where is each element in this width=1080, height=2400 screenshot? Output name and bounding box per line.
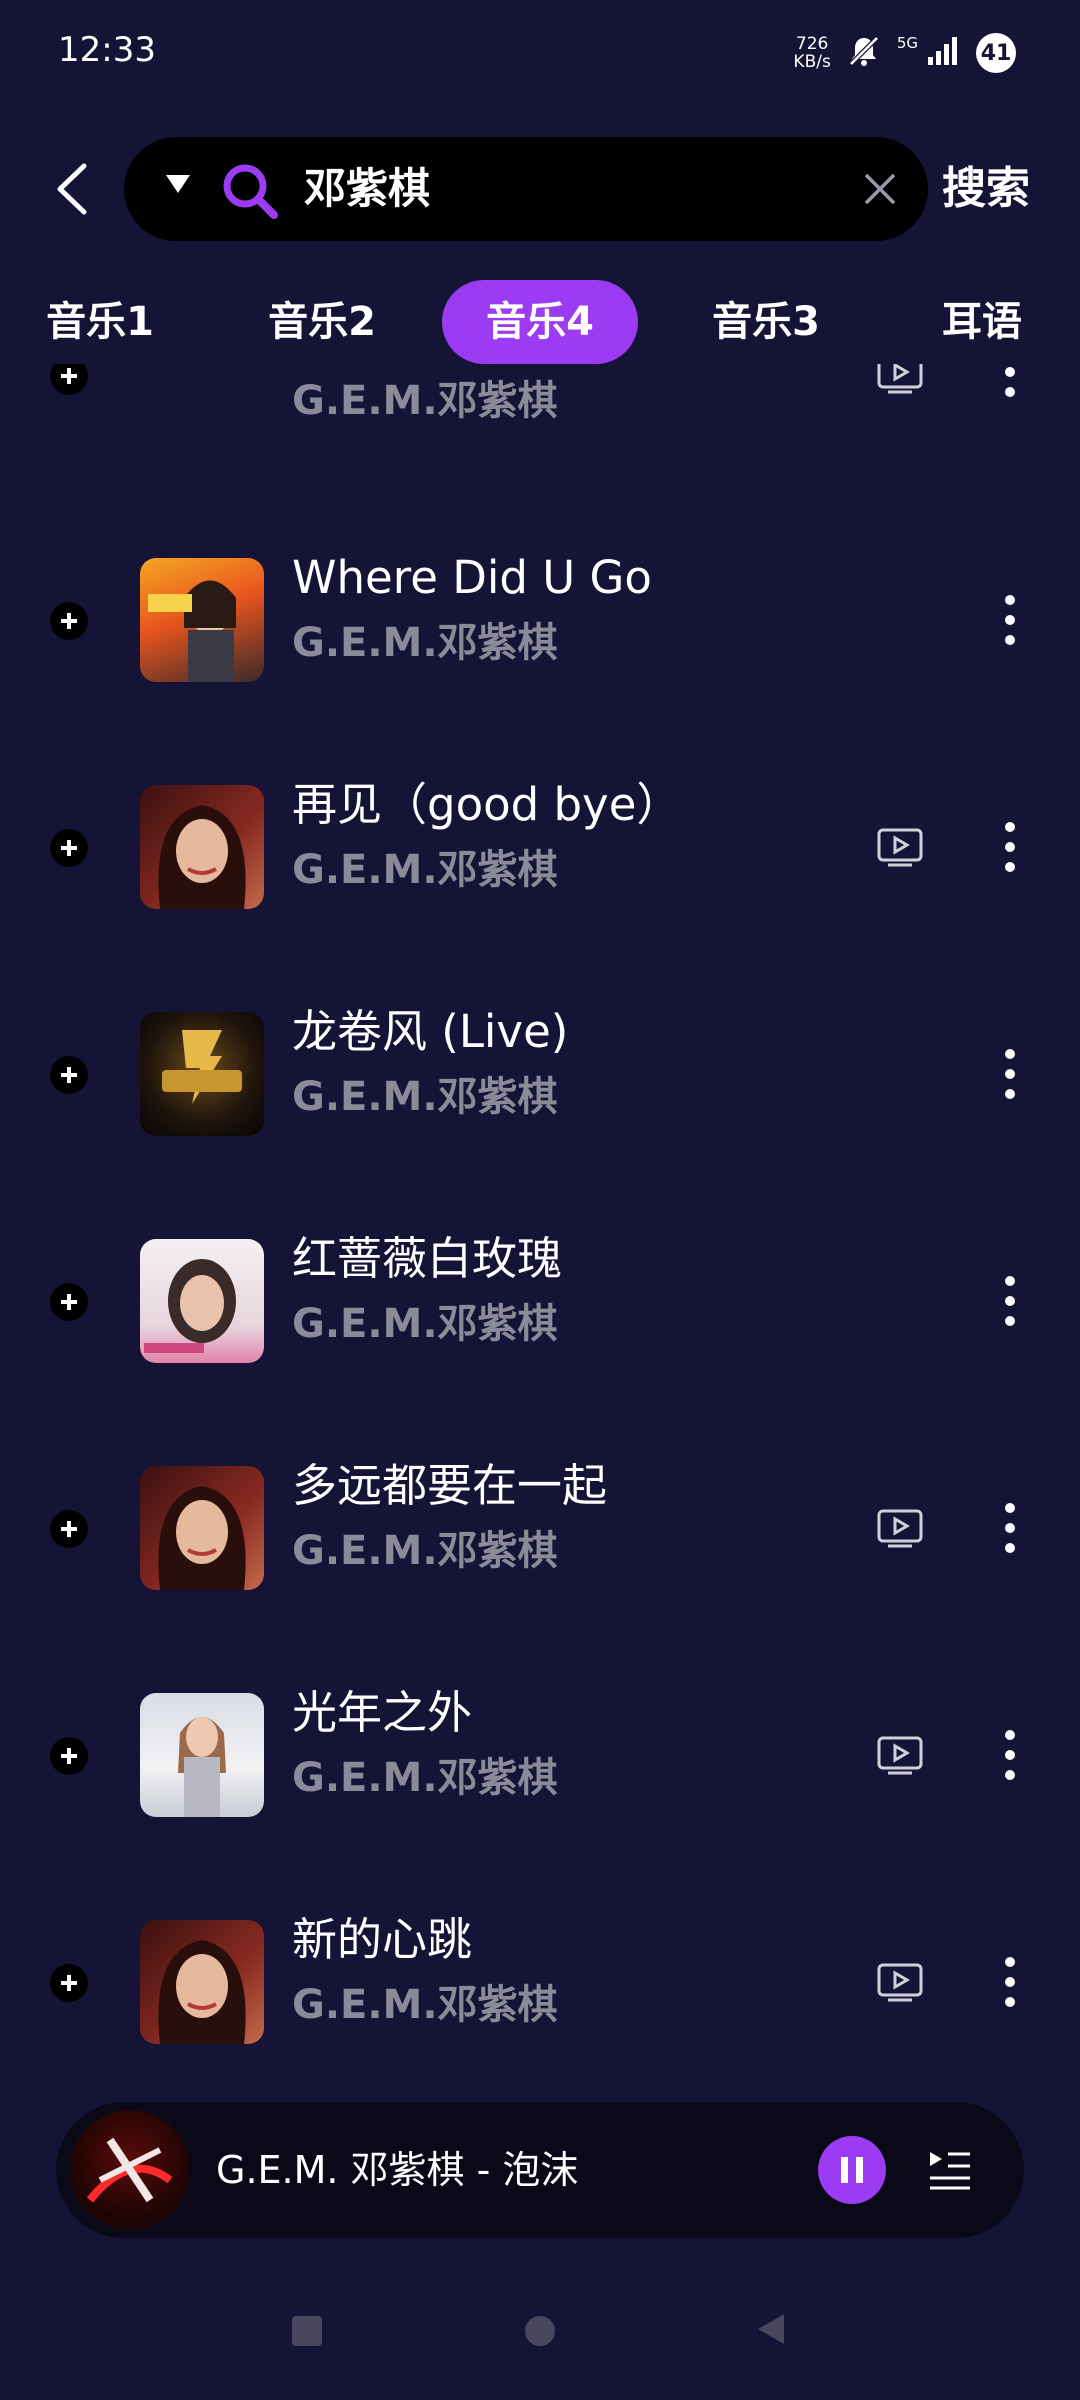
more-icon[interactable] xyxy=(996,1729,1024,1781)
list-item[interactable]: 龙卷风 (Live) G.E.M.邓紫棋 xyxy=(0,982,1080,1209)
now-playing-title: G.E.M. 邓紫棋 - 泡沫 xyxy=(216,2148,579,2192)
more-icon[interactable] xyxy=(996,364,1024,398)
album-cover xyxy=(140,1693,264,1817)
list-item[interactable]: 再见（good bye） G.E.M.邓紫棋 xyxy=(0,755,1080,982)
more-icon[interactable] xyxy=(996,594,1024,646)
more-icon[interactable] xyxy=(996,821,1024,873)
search-button[interactable]: 搜索 xyxy=(942,159,1030,219)
add-icon xyxy=(61,1521,77,1537)
now-playing-cover[interactable] xyxy=(70,2110,190,2230)
mv-icon[interactable] xyxy=(876,1735,924,1775)
pause-icon xyxy=(841,2157,863,2183)
list-item[interactable]: G.E.M.邓紫棋 xyxy=(0,364,1080,431)
tab-whisper[interactable]: 耳语 xyxy=(930,280,1034,364)
pause-button[interactable] xyxy=(818,2136,886,2204)
album-cover xyxy=(140,1239,264,1363)
add-icon xyxy=(61,1067,77,1083)
battery-indicator: 41 xyxy=(976,33,1016,73)
mini-player[interactable]: G.E.M. 邓紫棋 - 泡沫 xyxy=(56,2102,1024,2238)
add-icon xyxy=(61,840,77,856)
queue-icon[interactable] xyxy=(928,2148,972,2190)
network-type: 5G xyxy=(896,34,918,52)
signal-icon xyxy=(926,35,960,71)
network-speed: 726 KB/s xyxy=(793,35,830,71)
list-item[interactable]: 新的心跳 G.E.M.邓紫棋 xyxy=(0,1890,1080,2084)
song-title: 再见（good bye） xyxy=(292,778,682,831)
tab-music-1[interactable]: 音乐1 xyxy=(40,280,160,364)
status-time: 12:33 xyxy=(58,30,156,70)
add-icon xyxy=(61,1294,77,1310)
source-tabs: 音乐1 音乐2 音乐4 音乐3 耳语 xyxy=(0,280,1080,364)
album-cover xyxy=(140,1012,264,1136)
status-bar: 12:33 726 KB/s 5G 41 xyxy=(0,0,1080,100)
tab-music-2[interactable]: 音乐2 xyxy=(262,280,382,364)
add-button[interactable] xyxy=(50,829,88,867)
song-title: 红蔷薇白玫瑰 xyxy=(292,1232,563,1285)
song-artist: G.E.M.邓紫棋 xyxy=(292,1755,558,1801)
more-icon[interactable] xyxy=(996,1502,1024,1554)
back-arrow-icon xyxy=(57,163,87,215)
add-button[interactable] xyxy=(50,1056,88,1094)
add-button[interactable] xyxy=(50,364,88,395)
list-item[interactable]: Where Did U Go G.E.M.邓紫棋 xyxy=(0,528,1080,755)
song-artist: G.E.M.邓紫棋 xyxy=(292,1301,558,1347)
add-button[interactable] xyxy=(50,1737,88,1775)
song-artist: G.E.M.邓紫棋 xyxy=(292,1074,558,1120)
mv-icon[interactable] xyxy=(876,827,924,867)
song-artist: G.E.M.邓紫棋 xyxy=(292,378,558,424)
add-icon xyxy=(61,1975,77,1991)
album-cover xyxy=(140,1920,264,2044)
search-header: 邓紫棋 搜索 xyxy=(0,137,1080,241)
mv-icon[interactable] xyxy=(876,1962,924,2002)
network-speed-value: 726 xyxy=(795,34,829,54)
song-artist: G.E.M.邓紫棋 xyxy=(292,1528,558,1574)
mv-icon[interactable] xyxy=(876,1508,924,1548)
tab-music-3[interactable]: 音乐3 xyxy=(706,280,826,364)
add-button[interactable] xyxy=(50,1510,88,1548)
song-title: 新的心跳 xyxy=(292,1913,473,1966)
album-cover xyxy=(140,558,264,682)
back-button[interactable] xyxy=(46,161,96,217)
status-indicators: 726 KB/s 5G 41 xyxy=(793,28,1016,78)
search-box[interactable]: 邓紫棋 xyxy=(124,137,928,241)
song-title: 光年之外 xyxy=(292,1686,473,1739)
add-button[interactable] xyxy=(50,1964,88,2002)
clear-icon[interactable] xyxy=(858,167,902,211)
system-nav-bar xyxy=(0,2290,1080,2380)
album-cover xyxy=(140,1466,264,1590)
song-title: 龙卷风 (Live) xyxy=(292,1005,569,1058)
song-artist: G.E.M.邓紫棋 xyxy=(292,847,558,893)
more-icon[interactable] xyxy=(996,1048,1024,1100)
list-item[interactable]: 多远都要在一起 G.E.M.邓紫棋 xyxy=(0,1436,1080,1663)
add-icon xyxy=(61,1748,77,1764)
add-button[interactable] xyxy=(50,1283,88,1321)
tab-music-4[interactable]: 音乐4 xyxy=(442,280,638,364)
song-title: 多远都要在一起 xyxy=(292,1459,608,1512)
album-cover xyxy=(140,785,264,909)
song-artist: G.E.M.邓紫棋 xyxy=(292,620,558,666)
system-back-icon[interactable] xyxy=(758,2314,784,2344)
more-icon[interactable] xyxy=(996,1956,1024,2008)
recents-icon[interactable] xyxy=(292,2316,322,2346)
more-icon[interactable] xyxy=(996,1275,1024,1327)
mv-icon[interactable] xyxy=(876,364,924,394)
song-list: G.E.M.邓紫棋 Where Did U Go G.E.M.邓紫棋 再见（go… xyxy=(0,364,1080,2084)
home-icon[interactable] xyxy=(525,2316,555,2346)
add-icon xyxy=(61,368,77,384)
song-title: Where Did U Go xyxy=(292,551,652,604)
add-button[interactable] xyxy=(50,602,88,640)
dropdown-arrow-icon[interactable] xyxy=(166,175,190,193)
search-icon xyxy=(223,164,278,219)
search-input[interactable]: 邓紫棋 xyxy=(304,161,430,217)
list-item[interactable]: 光年之外 G.E.M.邓紫棋 xyxy=(0,1663,1080,1890)
mute-icon xyxy=(847,34,881,72)
list-item[interactable]: 红蔷薇白玫瑰 G.E.M.邓紫棋 xyxy=(0,1209,1080,1436)
add-icon xyxy=(61,613,77,629)
song-artist: G.E.M.邓紫棋 xyxy=(292,1982,558,2028)
network-speed-unit: KB/s xyxy=(793,52,831,72)
